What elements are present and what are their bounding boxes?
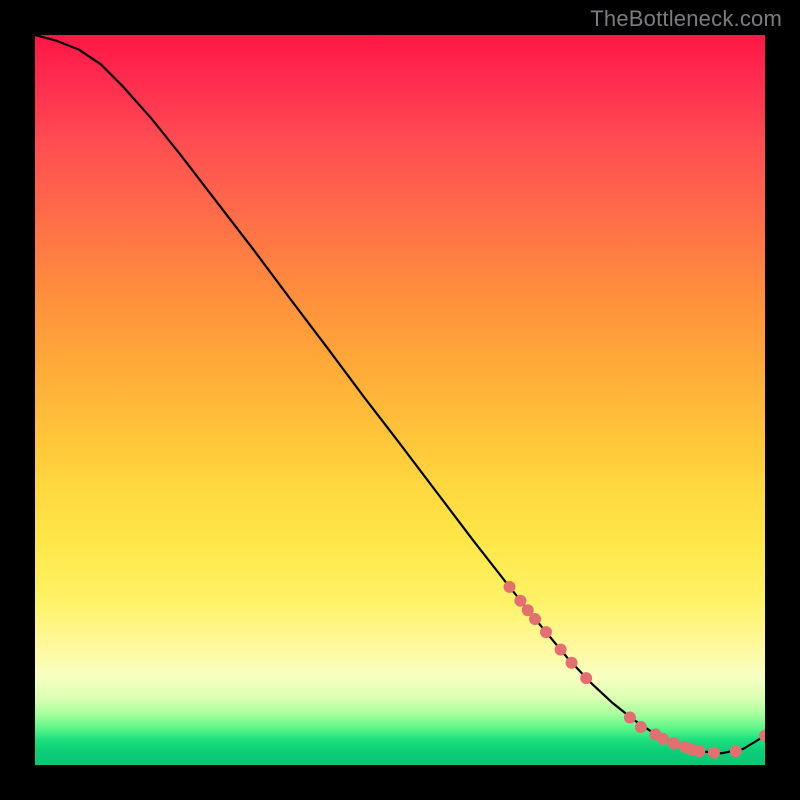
bottleneck-curve-path	[35, 35, 765, 753]
highlight-markers	[504, 581, 766, 759]
highlight-marker	[522, 604, 534, 616]
highlight-marker	[708, 747, 720, 759]
highlight-marker	[529, 613, 541, 625]
highlight-marker	[514, 595, 526, 607]
chart-stage: TheBottleneck.com	[0, 0, 800, 800]
highlight-marker	[679, 741, 691, 753]
highlight-marker	[504, 581, 516, 593]
highlight-marker	[693, 745, 705, 757]
highlight-marker	[730, 745, 742, 757]
highlight-marker	[635, 721, 647, 733]
highlight-marker	[686, 744, 698, 756]
highlight-marker	[650, 728, 662, 740]
highlight-marker	[668, 737, 680, 749]
watermark-text: TheBottleneck.com	[590, 6, 782, 32]
highlight-marker	[566, 657, 578, 669]
plot-area	[35, 35, 765, 765]
highlight-marker	[580, 672, 592, 684]
highlight-marker	[657, 733, 669, 745]
curve-layer	[35, 35, 765, 765]
highlight-marker	[759, 730, 765, 742]
highlight-marker	[624, 712, 636, 724]
highlight-marker	[540, 626, 552, 638]
highlight-marker	[555, 644, 567, 656]
